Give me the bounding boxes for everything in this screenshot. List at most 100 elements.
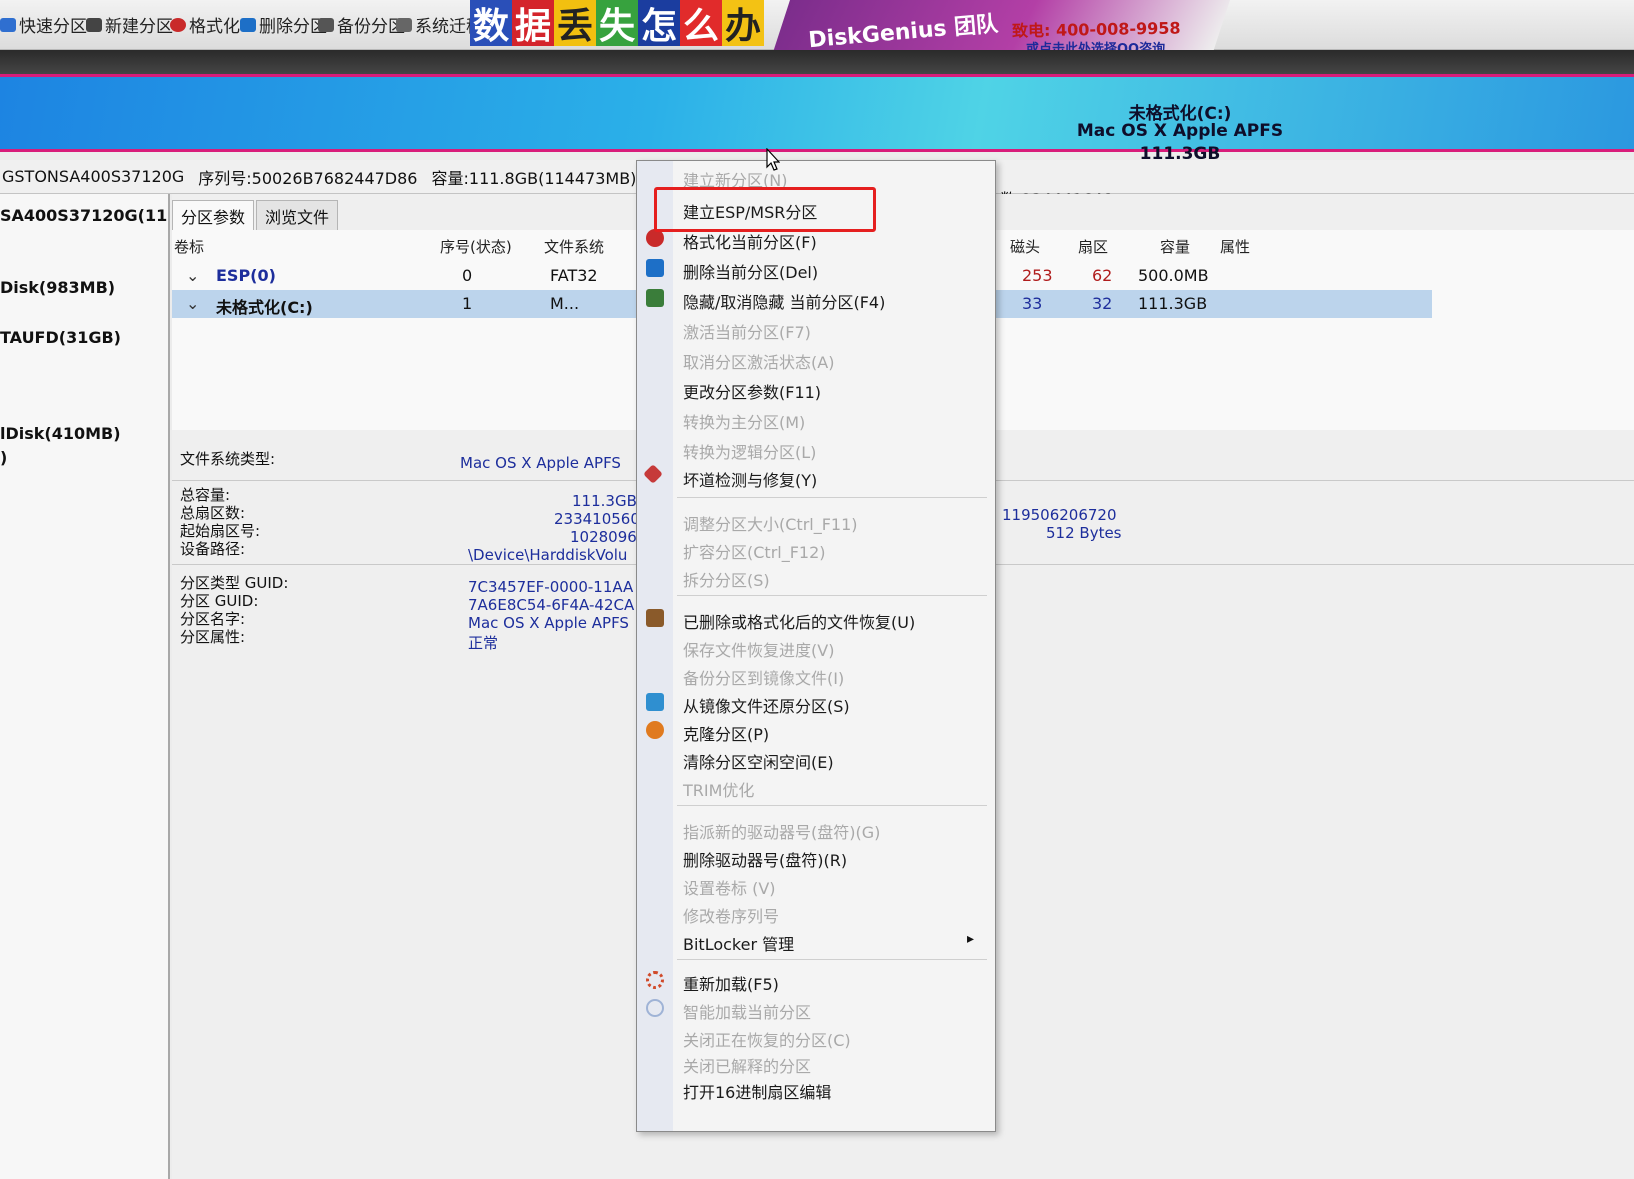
delete-partition-button[interactable]: 删除分区 bbox=[240, 12, 327, 37]
menu-item-clone[interactable]: 克隆分区(P) bbox=[683, 721, 769, 745]
format-button[interactable]: 格式化 bbox=[170, 12, 240, 37]
recover-icon bbox=[646, 609, 664, 627]
prop-label: 设备路径: bbox=[180, 540, 246, 558]
row-label: 未格式化(C:) bbox=[216, 298, 313, 317]
prop-value: 正常 bbox=[468, 634, 499, 652]
menu-item-reload[interactable]: 重新加载(F5) bbox=[683, 971, 779, 995]
row-size: 111.3GB bbox=[1138, 294, 1208, 313]
menu-item-backup-image[interactable]: 备份分区到镜像文件(I) bbox=[683, 665, 844, 689]
disk-tree-item[interactable]: ) bbox=[0, 448, 7, 467]
backup-partition-button[interactable]: 备份分区 bbox=[318, 12, 405, 37]
menu-item-change-serial[interactable]: 修改卷序列号 bbox=[683, 903, 779, 927]
row-index: 0 bbox=[462, 266, 473, 285]
menu-separator bbox=[677, 805, 987, 806]
menu-item-restore-image[interactable]: 从镜像文件还原分区(S) bbox=[683, 693, 850, 717]
delete-icon bbox=[646, 259, 664, 277]
menu-item-close-recovering[interactable]: 关闭正在恢复的分区(C) bbox=[683, 1027, 851, 1051]
menu-item-to-logical[interactable]: 转换为逻辑分区(L) bbox=[683, 439, 816, 463]
menu-item-deactivate[interactable]: 取消分区激活状态(A) bbox=[683, 349, 834, 373]
disk-tree-item[interactable]: Disk(983MB) bbox=[0, 278, 115, 297]
disk-partition-bar[interactable]: 未格式化(C:) Mac OS X Apple APFS 111.3GB bbox=[0, 74, 1634, 164]
new-partition-label: 新建分区 bbox=[105, 17, 173, 37]
col-header-size[interactable]: 容量 bbox=[1160, 236, 1190, 257]
menu-item-trim[interactable]: TRIM优化 bbox=[683, 777, 754, 801]
menu-item-split[interactable]: 拆分分区(S) bbox=[683, 567, 770, 591]
menu-item-hide[interactable]: 隐藏/取消隐藏 当前分区(F4) bbox=[683, 289, 885, 313]
col-header-head[interactable]: 磁头 bbox=[1010, 236, 1040, 257]
menu-item-save-progress[interactable]: 保存文件恢复进度(V) bbox=[683, 637, 834, 661]
submenu-arrow-icon: ▸ bbox=[967, 931, 975, 947]
menu-item-to-primary[interactable]: 转换为主分区(M) bbox=[683, 409, 805, 433]
ad-char: 办 bbox=[722, 0, 764, 47]
row-sector: 32 bbox=[1092, 294, 1113, 313]
row-fs: M... bbox=[550, 294, 580, 313]
delete-partition-label: 删除分区 bbox=[259, 17, 327, 37]
menu-item-file-recovery[interactable]: 已删除或格式化后的文件恢复(U) bbox=[683, 609, 915, 633]
prop-value: 1028096 bbox=[570, 528, 637, 546]
clone-icon bbox=[646, 721, 664, 739]
backup-partition-icon bbox=[318, 17, 334, 32]
prop-label: 分区属性: bbox=[180, 628, 246, 646]
restore-icon bbox=[646, 693, 664, 711]
menu-item-format[interactable]: 格式化当前分区(F) bbox=[683, 229, 817, 253]
ad-char: 丢 bbox=[554, 0, 596, 47]
disk-tree-item[interactable]: lDisk(410MB) bbox=[0, 424, 121, 443]
menu-item-activate[interactable]: 激活当前分区(F7) bbox=[683, 319, 811, 343]
tab-partition-params[interactable]: 分区参数 bbox=[172, 200, 255, 230]
menu-item-resize[interactable]: 调整分区大小(Ctrl_F11) bbox=[683, 511, 858, 535]
highlight-box bbox=[654, 187, 876, 232]
col-header-label[interactable]: 卷标 bbox=[174, 236, 204, 257]
menu-item-smart-load[interactable]: 智能加载当前分区 bbox=[683, 999, 811, 1023]
quick-partition-button[interactable]: 快速分区 bbox=[0, 12, 87, 37]
row-index: 1 bbox=[462, 294, 473, 313]
prop-value: 233410560 bbox=[554, 510, 640, 528]
menu-item-bitlocker[interactable]: BitLocker 管理 bbox=[683, 931, 794, 955]
col-header-attr[interactable]: 属性 bbox=[1220, 236, 1250, 257]
prop-value-right: 119506206720 bbox=[1002, 506, 1117, 524]
ad-char: 据 bbox=[512, 0, 554, 47]
toolbar: 快速分区 新建分区 格式化 删除分区 备份分区 系统迁移 数 据 丢 失 怎 么… bbox=[0, 0, 1634, 57]
col-header-index[interactable]: 序号(状态) bbox=[440, 236, 512, 257]
disk-bar-fs: Mac OS X Apple APFS bbox=[1076, 121, 1284, 141]
col-header-sector[interactable]: 扇区 bbox=[1078, 236, 1108, 257]
context-menu: 建立新分区(N) 建立ESP/MSR分区 格式化当前分区(F) 删除当前分区(D… bbox=[636, 160, 996, 1132]
fs-type-value: Mac OS X Apple APFS bbox=[460, 454, 621, 472]
prop-value-right: 512 Bytes bbox=[1046, 524, 1122, 542]
format-label: 格式化 bbox=[189, 17, 240, 37]
new-partition-icon bbox=[86, 17, 102, 32]
disk-capacity: 容量:111.8GB(114473MB) bbox=[431, 168, 637, 188]
prop-value: Mac OS X Apple APFS bbox=[468, 614, 629, 632]
row-sector: 62 bbox=[1092, 266, 1113, 285]
prop-value: 7C3457EF-0000-11AA bbox=[468, 578, 634, 596]
menu-item-extend[interactable]: 扩容分区(Ctrl_F12) bbox=[683, 539, 826, 563]
tab-browse-files[interactable]: 浏览文件 bbox=[256, 200, 339, 230]
menu-separator bbox=[677, 959, 987, 960]
ad-char: 怎 bbox=[638, 0, 680, 47]
ad-char: 么 bbox=[680, 0, 722, 47]
disk-tree-item[interactable]: TAUFD(31GB) bbox=[0, 328, 121, 347]
menu-item-close-explained[interactable]: 关闭已解释的分区 bbox=[683, 1053, 811, 1077]
smart-load-icon bbox=[646, 999, 664, 1017]
menu-item-hex-editor[interactable]: 打开16进制扇区编辑 bbox=[683, 1079, 831, 1103]
new-partition-button[interactable]: 新建分区 bbox=[86, 12, 173, 37]
menu-item-change-params[interactable]: 更改分区参数(F11) bbox=[683, 379, 821, 403]
hide-icon bbox=[646, 289, 664, 307]
fs-type-label: 文件系统类型: bbox=[180, 450, 276, 468]
row-size: 500.0MB bbox=[1138, 266, 1209, 285]
disk-tree-item[interactable]: SA400S37120G(11 bbox=[0, 206, 167, 225]
disk-model: GSTONSA400S37120G bbox=[2, 167, 185, 186]
disk-tree: SA400S37120G(11 Disk(983MB) TAUFD(31GB) … bbox=[0, 194, 170, 1179]
prop-value: 111.3GB bbox=[572, 492, 637, 510]
backup-partition-label: 备份分区 bbox=[337, 17, 405, 37]
menu-item-assign-letter[interactable]: 指派新的驱动器号(盘符)(G) bbox=[683, 819, 880, 843]
menu-item-remove-letter[interactable]: 删除驱动器号(盘符)(R) bbox=[683, 847, 847, 871]
ad-tiles[interactable]: 数 据 丢 失 怎 么 办 bbox=[470, 0, 764, 47]
menu-item-wipe-free[interactable]: 清除分区空闲空间(E) bbox=[683, 749, 834, 773]
menu-item-set-label[interactable]: 设置卷标 (V) bbox=[683, 875, 776, 899]
menu-item-delete[interactable]: 删除当前分区(Del) bbox=[683, 259, 818, 283]
tree-expand-icon: ⌄ bbox=[186, 266, 200, 285]
menu-separator bbox=[677, 595, 987, 596]
col-header-fs[interactable]: 文件系统 bbox=[544, 236, 604, 257]
menu-item-bad-sector[interactable]: 坏道检测与修复(Y) bbox=[683, 467, 817, 491]
quick-partition-icon bbox=[0, 17, 16, 32]
